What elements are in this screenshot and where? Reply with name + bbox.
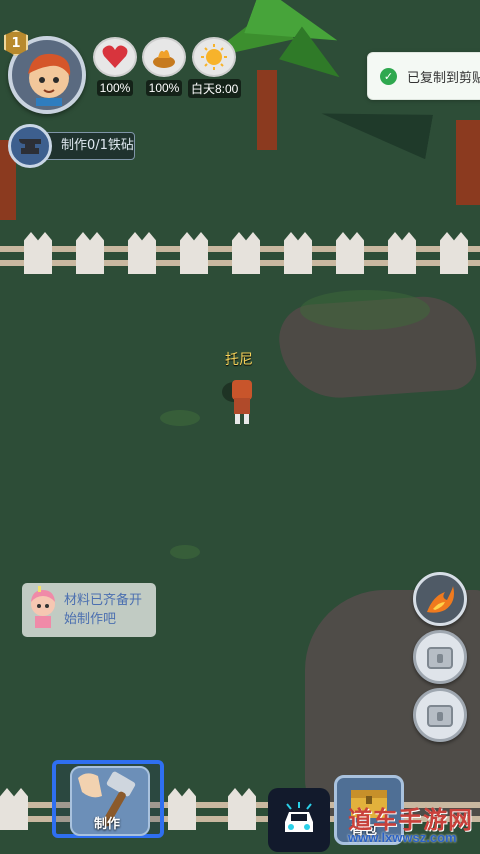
lock-icon: [427, 647, 453, 669]
locked-skill-slot-1[interactable]: [413, 630, 467, 684]
tip-bubble: 材料已齐备开始制作吧: [22, 583, 156, 637]
time-stat: 白天8:00: [188, 37, 242, 98]
toast-text: 已复制到剪贴: [407, 70, 480, 86]
helper-portrait-icon: [31, 586, 55, 628]
time-value: 白天8:00: [188, 79, 242, 98]
health-stat: 100%: [92, 37, 138, 96]
fence-top: [0, 232, 480, 274]
fireball-skill-button[interactable]: [413, 572, 467, 626]
quest-tracker[interactable]: 制作0/1铁砧: [8, 124, 135, 168]
grass-patch: [170, 545, 200, 559]
fireball-icon: [427, 586, 454, 613]
quest-label: 制作0/1铁砧: [38, 132, 135, 160]
car-icon[interactable]: [268, 788, 330, 852]
health-value: 100%: [96, 80, 134, 96]
watermark-url: www.lxwwsz.com: [348, 830, 457, 845]
lock-icon: [427, 705, 453, 727]
npc-name: 托尼: [225, 352, 253, 368]
sun-icon: [192, 37, 236, 77]
palm-trunk: [257, 70, 277, 150]
hunger-stat: 100%: [141, 37, 187, 96]
anvil-icon: [8, 124, 52, 168]
hunger-value: 100%: [145, 80, 183, 96]
check-icon: ✓: [380, 67, 397, 85]
copied-toast: ✓ 已复制到剪贴: [367, 52, 480, 100]
locked-skill-slot-2[interactable]: [413, 688, 467, 742]
craft-button[interactable]: 制作: [52, 760, 164, 838]
npc-character[interactable]: [222, 372, 258, 428]
craft-label: 制作: [94, 817, 121, 832]
tip-text: 材料已齐备开始制作吧: [64, 593, 143, 627]
grass-patch: [300, 290, 430, 330]
player-portrait-icon: [28, 53, 71, 106]
food-icon: [142, 37, 186, 77]
palm-trunk: [456, 120, 480, 205]
heart-icon: [93, 37, 137, 77]
palm-shadow: [317, 96, 433, 159]
grass-patch: [160, 410, 200, 426]
